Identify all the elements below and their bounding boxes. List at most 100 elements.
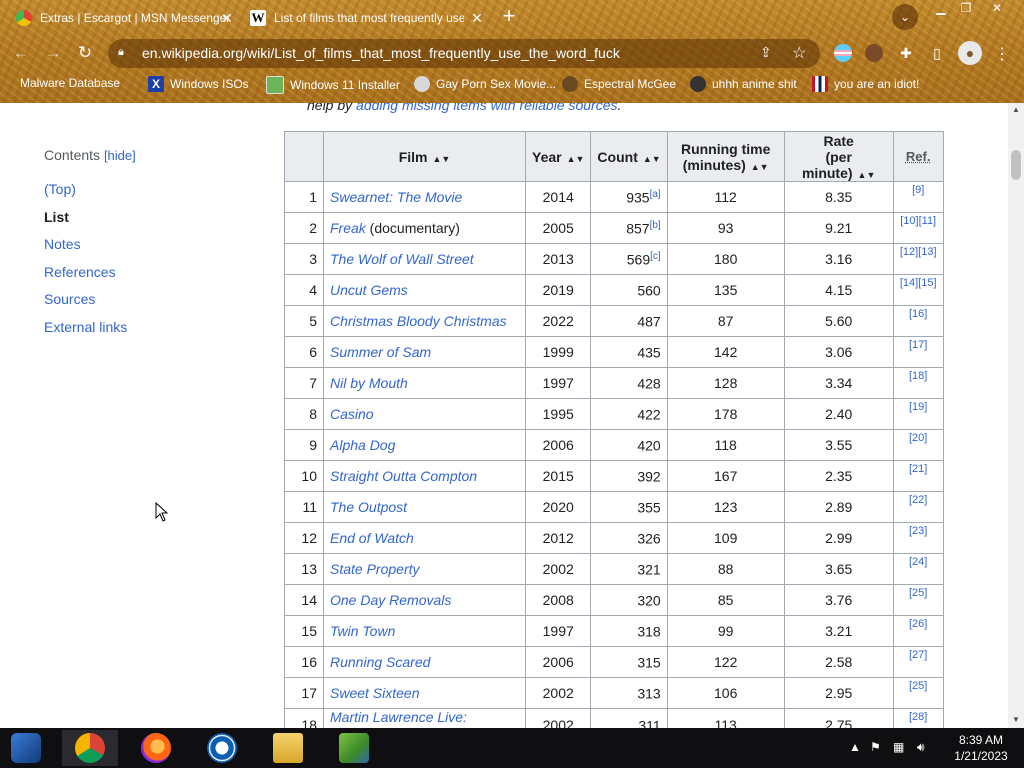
film-link[interactable]: The Outpost — [330, 499, 407, 515]
start-button[interactable] — [0, 730, 52, 766]
lock-icon[interactable]: 🔒︎ — [118, 46, 132, 60]
rate-header[interactable]: Rate (per minute) ▲▼ — [783, 131, 894, 182]
extensions-puzzle-icon[interactable]: ✚ — [897, 44, 915, 62]
flag-extension-icon[interactable] — [834, 44, 852, 62]
taskbar-chrome[interactable] — [62, 730, 118, 766]
bookmark-gay-porn-sex-movie[interactable]: Gay Porn Sex Movie... — [414, 76, 556, 92]
ref-cell[interactable]: [28] — [892, 708, 944, 728]
film-link[interactable]: Twin Town — [330, 623, 395, 639]
ref-cell[interactable]: [9] — [892, 181, 944, 213]
help-link[interactable]: adding missing items with reliable sourc… — [356, 103, 617, 113]
bookmark-windows-isos[interactable]: X Windows ISOs — [148, 76, 249, 92]
ref-cell[interactable]: [14][15] — [892, 274, 944, 306]
sort-icon[interactable]: ▲▼ — [858, 170, 876, 180]
sort-icon[interactable]: ▲▼ — [567, 154, 585, 164]
running-time-header[interactable]: Running time (minutes) ▲▼ — [666, 131, 785, 182]
share-icon[interactable]: ⇪ — [760, 44, 772, 61]
film-link[interactable]: Christmas Bloody Christmas — [330, 313, 507, 329]
count-header[interactable]: Count ▲▼ — [590, 131, 668, 182]
sort-icon[interactable]: ▲▼ — [643, 154, 661, 164]
tray-chevron-icon[interactable]: ▲ — [849, 740, 861, 754]
taskbar-file-explorer[interactable] — [260, 730, 316, 766]
ref-cell[interactable]: [25] — [892, 584, 944, 616]
film-link[interactable]: Running Scared — [330, 654, 430, 670]
back-arrow-icon[interactable]: ← — [10, 42, 32, 64]
taskbar-firefox[interactable] — [128, 730, 184, 766]
bookmark-windows-11-installer[interactable]: Windows 11 Installer — [266, 76, 400, 94]
bookmark-you-are-an-idiot[interactable]: you are an idiot! — [812, 76, 919, 92]
new-tab-button[interactable]: + — [497, 5, 521, 29]
toc-item-notes[interactable]: Notes — [44, 236, 81, 252]
taskbar-internet-explorer[interactable] — [194, 730, 250, 766]
tab-escargot[interactable]: Extras | Escargot | MSN Messenger ✕ — [16, 5, 240, 31]
profile-icon[interactable]: ● — [958, 41, 982, 65]
tab-wikipedia[interactable]: W List of films that most frequently use… — [250, 5, 490, 31]
close-window-icon[interactable]: ✕ — [982, 0, 1012, 16]
scrollbar-thumb[interactable] — [1011, 150, 1021, 180]
ref-cell[interactable]: [24] — [892, 553, 944, 585]
film-link[interactable]: Alpha Dog — [330, 437, 395, 453]
ref-cell[interactable]: [17] — [892, 336, 944, 368]
ref-cell[interactable]: [16] — [892, 305, 944, 337]
film-link[interactable]: Sweet Sixteen — [330, 685, 420, 701]
toc-item-external-links[interactable]: External links — [44, 319, 127, 335]
film-link[interactable]: Casino — [330, 406, 374, 422]
ref-cell[interactable]: [22] — [892, 491, 944, 523]
ref-header[interactable]: Ref. — [892, 131, 944, 182]
bookmark-anime[interactable]: uhhh anime shit — [690, 76, 797, 92]
network-icon[interactable]: ▦ — [893, 740, 904, 754]
scroll-up-arrow-icon[interactable]: ▲ — [1012, 105, 1020, 114]
film-link[interactable]: Straight Outta Compton — [330, 468, 477, 484]
ref-cell[interactable]: [23] — [892, 522, 944, 554]
film-link[interactable]: One Day Removals — [330, 592, 451, 608]
sort-icon[interactable]: ▲▼ — [432, 154, 450, 164]
tab-search-chevron-icon[interactable]: ⌄ — [892, 4, 918, 30]
sort-icon[interactable]: ▲▼ — [751, 162, 769, 172]
clock[interactable]: 8:39 AM 1/21/2023 — [946, 732, 1016, 764]
film-link[interactable]: Freak — [330, 220, 366, 236]
scroll-down-arrow-icon[interactable]: ▼ — [1012, 715, 1020, 724]
taskbar-network-app[interactable] — [326, 730, 382, 766]
side-panel-icon[interactable]: ▯ — [928, 44, 946, 62]
ref-cell[interactable]: [25] — [892, 677, 944, 709]
ref-cell[interactable]: [27] — [892, 646, 944, 678]
ref-cell[interactable]: [12][13] — [892, 243, 944, 275]
reload-icon[interactable]: ↻ — [74, 42, 96, 64]
toc-item-sources[interactable]: Sources — [44, 291, 95, 307]
close-tab-icon[interactable]: ✕ — [218, 9, 236, 27]
forward-arrow-icon[interactable]: → — [42, 42, 64, 64]
volume-icon[interactable]: 🔊︎ — [917, 740, 925, 755]
film-link[interactable]: Summer of Sam — [330, 344, 431, 360]
ref-cell[interactable]: [10][11] — [892, 212, 944, 244]
toc-item-top[interactable]: (Top) — [44, 181, 76, 197]
film-link[interactable]: End of Watch — [330, 530, 414, 546]
note-link[interactable]: [b] — [650, 220, 661, 231]
bookmark-malware-database[interactable]: Malware Database — [20, 76, 120, 90]
avatar-extension-icon[interactable] — [865, 44, 883, 62]
vertical-scrollbar[interactable]: ▲ ▼ — [1008, 103, 1024, 728]
bookmark-espectral-mcgee[interactable]: Espectral McGee — [562, 76, 676, 92]
film-link[interactable]: Nil by Mouth — [330, 375, 408, 391]
film-header[interactable]: Film ▲▼ — [323, 131, 526, 182]
year-header[interactable]: Year ▲▼ — [524, 131, 592, 182]
restore-window-icon[interactable]: ❐ — [951, 0, 981, 16]
film-link[interactable]: Swearnet: The Movie — [330, 189, 462, 205]
close-tab-icon[interactable]: ✕ — [468, 9, 486, 27]
toc-item-references[interactable]: References — [44, 264, 116, 280]
note-link[interactable]: [a] — [650, 189, 661, 200]
toc-hide-link[interactable]: [hide] — [104, 148, 136, 163]
ref-cell[interactable]: [21] — [892, 460, 944, 492]
ref-cell[interactable]: [18] — [892, 367, 944, 399]
ref-cell[interactable]: [20] — [892, 429, 944, 461]
url-text[interactable]: en.wikipedia.org/wiki/List_of_films_that… — [142, 45, 620, 61]
note-link[interactable]: [c] — [650, 251, 661, 262]
ref-cell[interactable]: [19] — [892, 398, 944, 430]
kebab-menu-icon[interactable]: ⋮ — [994, 44, 1010, 64]
action-center-flag-icon[interactable]: ⚑ — [870, 740, 881, 754]
bookmark-star-icon[interactable]: ☆ — [792, 43, 806, 63]
address-bar[interactable]: 🔒︎ en.wikipedia.org/wiki/List_of_films_t… — [108, 39, 820, 68]
film-link[interactable]: Martin Lawrence Live: Runteldat — [330, 709, 467, 728]
toc-item-list[interactable]: List — [44, 209, 69, 225]
film-link[interactable]: The Wolf of Wall Street — [330, 251, 474, 267]
film-link[interactable]: Uncut Gems — [330, 282, 408, 298]
